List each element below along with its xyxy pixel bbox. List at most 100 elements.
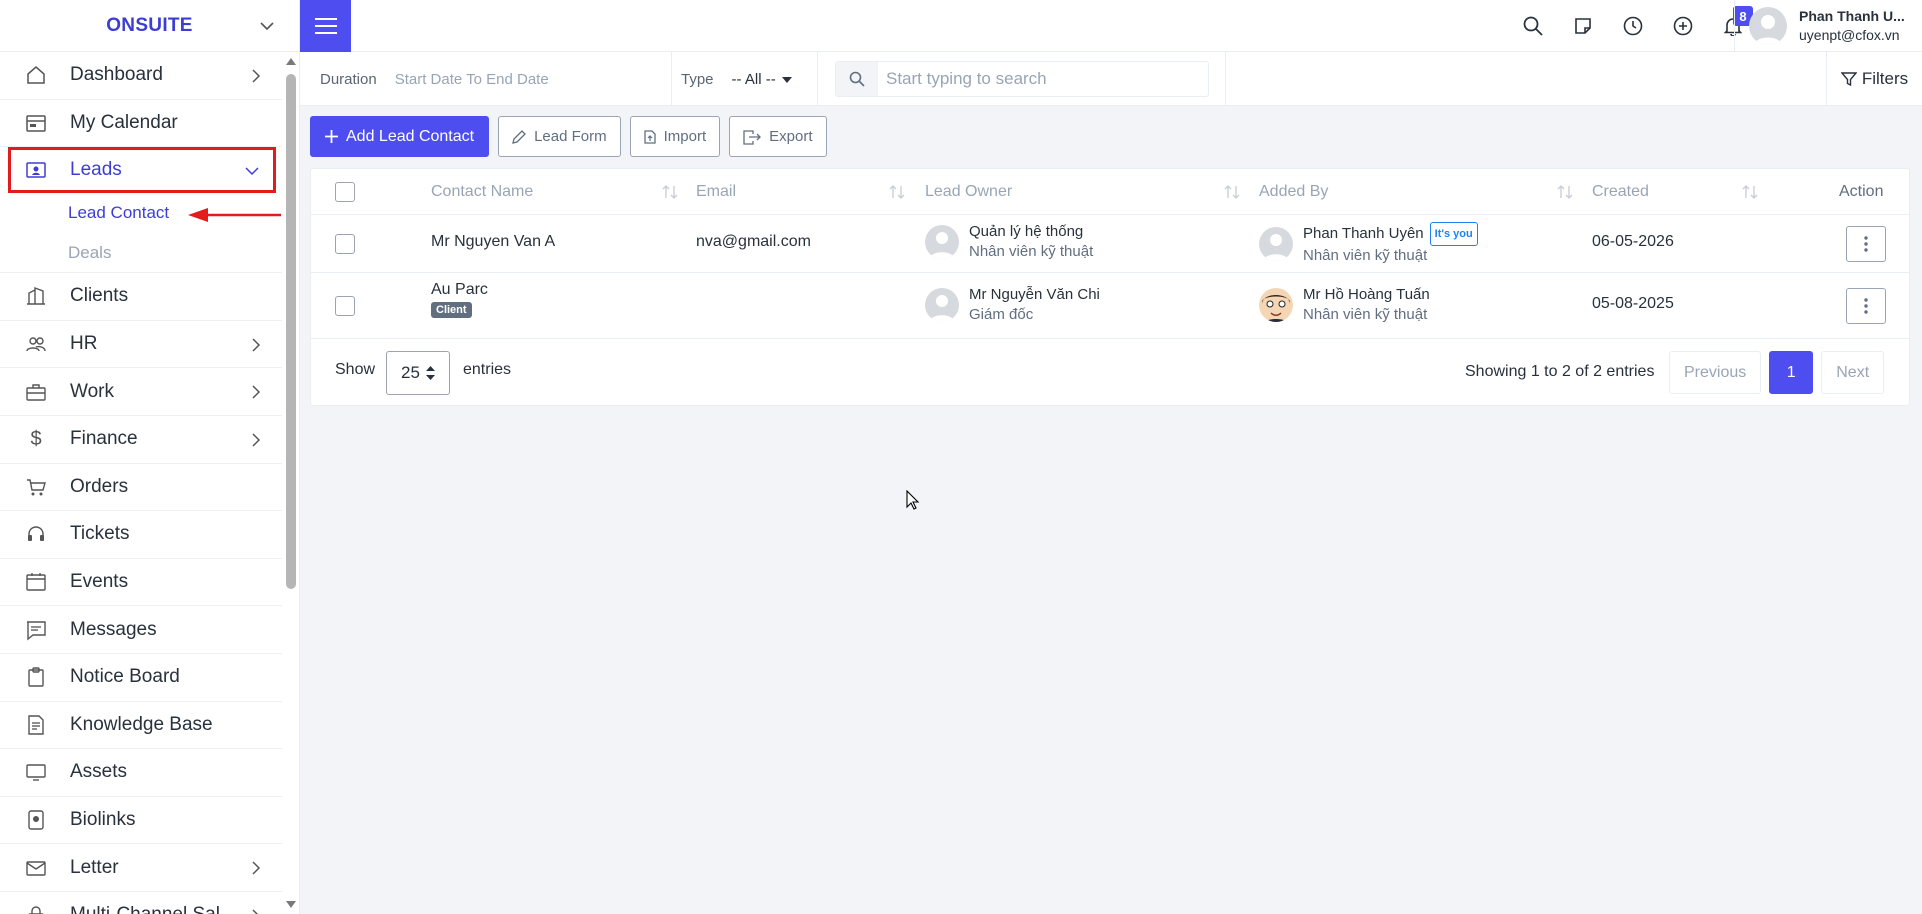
menu-toggle-button[interactable] xyxy=(300,0,351,52)
search-icon[interactable] xyxy=(1508,0,1558,52)
duration-filter[interactable]: Duration Start Date To End Date xyxy=(320,52,549,106)
next-page-button[interactable]: Next xyxy=(1821,351,1885,394)
import-button[interactable]: Import xyxy=(629,116,721,157)
row-actions-button[interactable] xyxy=(1846,288,1886,324)
user-menu[interactable]: Phan Thanh U... uyenpt@cfox.vn xyxy=(1734,0,1905,52)
sidebar-nav: Dashboard My Calendar Leads Lead Contact… xyxy=(0,52,282,914)
sidebar-item-work[interactable]: Work xyxy=(0,368,282,416)
owner-role: Giám đốc xyxy=(969,306,1034,323)
sidebar-item-dashboard[interactable]: Dashboard xyxy=(0,52,282,100)
contact-name[interactable]: Mr Nguyen Van A xyxy=(431,233,555,251)
duration-label: Duration xyxy=(320,70,377,88)
plus-circle-icon[interactable] xyxy=(1658,0,1708,52)
annotation-arrow-icon xyxy=(188,206,283,224)
row-checkbox[interactable] xyxy=(335,296,355,316)
sidebar-scrollbar[interactable] xyxy=(282,52,299,914)
lead-owner: Quản lý hệ thống Nhân viên kỹ thuật xyxy=(925,222,1093,262)
column-email[interactable]: Email xyxy=(696,169,736,215)
sidebar-subitem-label: Deals xyxy=(68,242,112,262)
owner-role: Nhân viên kỹ thuật xyxy=(969,243,1094,260)
column-action: Action xyxy=(1839,169,1883,215)
add-lead-contact-label: Add Lead Contact xyxy=(346,127,475,145)
export-button[interactable]: Export xyxy=(729,116,827,157)
column-lead-owner[interactable]: Lead Owner xyxy=(925,169,1012,215)
lead-contacts-table: Contact Name Email Lead Owner Added By C… xyxy=(310,168,1910,406)
search-icon xyxy=(836,62,878,96)
type-filter[interactable]: Type -- All -- xyxy=(681,52,792,106)
headset-icon xyxy=(24,522,48,546)
search-input[interactable] xyxy=(878,69,1198,89)
sidebar-item-assets[interactable]: Assets xyxy=(0,749,282,797)
page-size-select[interactable]: 25 xyxy=(386,351,450,395)
sort-icon[interactable] xyxy=(1556,185,1574,199)
sidebar-item-my-calendar[interactable]: My Calendar xyxy=(0,100,282,148)
type-select-value: -- All -- xyxy=(731,70,776,88)
column-label: Contact Name xyxy=(431,183,534,200)
sidebar-item-label: Multi-Channel Sal... xyxy=(70,904,236,914)
scroll-thumb[interactable] xyxy=(286,74,296,589)
chevron-right-icon xyxy=(250,338,262,352)
sidebar-item-knowledge-base[interactable]: Knowledge Base xyxy=(0,702,282,750)
sidebar-item-orders[interactable]: Orders xyxy=(0,464,282,512)
chevron-right-icon xyxy=(250,69,262,83)
column-label: Added By xyxy=(1259,183,1329,200)
lead-form-label: Lead Form xyxy=(534,128,607,145)
sort-icon[interactable] xyxy=(888,185,906,199)
lead-form-button[interactable]: Lead Form xyxy=(498,116,621,157)
dollar-icon: $ xyxy=(30,427,42,450)
avatar xyxy=(1259,227,1293,261)
previous-page-button[interactable]: Previous xyxy=(1669,351,1762,394)
table-row[interactable]: Au Parc Client Mr Nguyễn Văn Chi Giám đố… xyxy=(311,273,1909,339)
export-label: Export xyxy=(769,128,813,145)
add-lead-contact-button[interactable]: Add Lead Contact xyxy=(310,116,490,157)
sort-icon[interactable] xyxy=(661,185,679,199)
clock-icon[interactable] xyxy=(1608,0,1658,52)
sidebar-item-leads[interactable]: Leads xyxy=(8,147,276,194)
contact-email: nva@gmail.com xyxy=(696,233,811,250)
chevron-right-icon xyxy=(250,909,262,914)
sidebar-item-hr[interactable]: HR xyxy=(0,321,282,369)
pagination: Previous 1 Next xyxy=(1669,351,1885,394)
chevron-right-icon xyxy=(250,861,262,875)
sort-icon[interactable] xyxy=(1741,185,1759,199)
type-select[interactable]: -- All -- xyxy=(732,71,792,88)
select-all-checkbox[interactable] xyxy=(335,182,355,202)
search-box xyxy=(835,61,1209,97)
sidebar-item-notice-board[interactable]: Notice Board xyxy=(0,654,282,702)
table-header: Contact Name Email Lead Owner Added By C… xyxy=(311,169,1909,215)
chevron-down-icon[interactable] xyxy=(259,18,275,34)
contact-name[interactable]: Au Parc xyxy=(431,281,488,299)
showing-entries-info: Showing 1 to 2 of 2 entries xyxy=(1465,363,1655,380)
sidebar-item-letter[interactable]: Letter xyxy=(0,844,282,892)
client-badge: Client xyxy=(431,302,472,318)
sticky-note-icon[interactable] xyxy=(1558,0,1608,52)
home-icon xyxy=(24,63,48,87)
sidebar-item-label: Knowledge Base xyxy=(70,713,213,735)
column-contact-name[interactable]: Contact Name xyxy=(431,169,533,215)
sidebar-item-events[interactable]: Events xyxy=(0,559,282,607)
table-row[interactable]: Mr Nguyen Van A nva@gmail.com Quản lý hệ… xyxy=(311,215,1909,273)
sidebar-subitem-deals[interactable]: Deals xyxy=(0,233,282,274)
sidebar-item-finance[interactable]: $ Finance xyxy=(0,416,282,464)
more-vertical-icon xyxy=(1864,298,1868,314)
scroll-up-icon[interactable] xyxy=(286,58,296,65)
added-by-role: Nhân viên kỹ thuật xyxy=(1303,247,1428,264)
briefcase-icon xyxy=(24,380,48,404)
scroll-down-icon[interactable] xyxy=(286,901,296,908)
row-actions-button[interactable] xyxy=(1846,226,1886,262)
sidebar-item-label: Finance xyxy=(70,428,138,450)
sidebar-item-biolinks[interactable]: Biolinks xyxy=(0,797,282,845)
sidebar-item-tickets[interactable]: Tickets xyxy=(0,511,282,559)
filters-button[interactable]: Filters xyxy=(1826,52,1922,106)
row-checkbox[interactable] xyxy=(335,234,355,254)
sidebar-item-messages[interactable]: Messages xyxy=(0,606,282,654)
sort-icon[interactable] xyxy=(1223,185,1241,199)
page-1-button[interactable]: 1 xyxy=(1769,351,1814,394)
sidebar-item-clients[interactable]: Clients xyxy=(0,273,282,321)
brand-header[interactable]: ONSUITE xyxy=(0,0,299,52)
sidebar-item-multi-channel[interactable]: Multi-Channel Sal... xyxy=(0,892,282,914)
event-icon xyxy=(24,570,48,594)
message-icon xyxy=(24,618,48,642)
column-created[interactable]: Created xyxy=(1592,169,1649,215)
column-added-by[interactable]: Added By xyxy=(1259,169,1328,215)
